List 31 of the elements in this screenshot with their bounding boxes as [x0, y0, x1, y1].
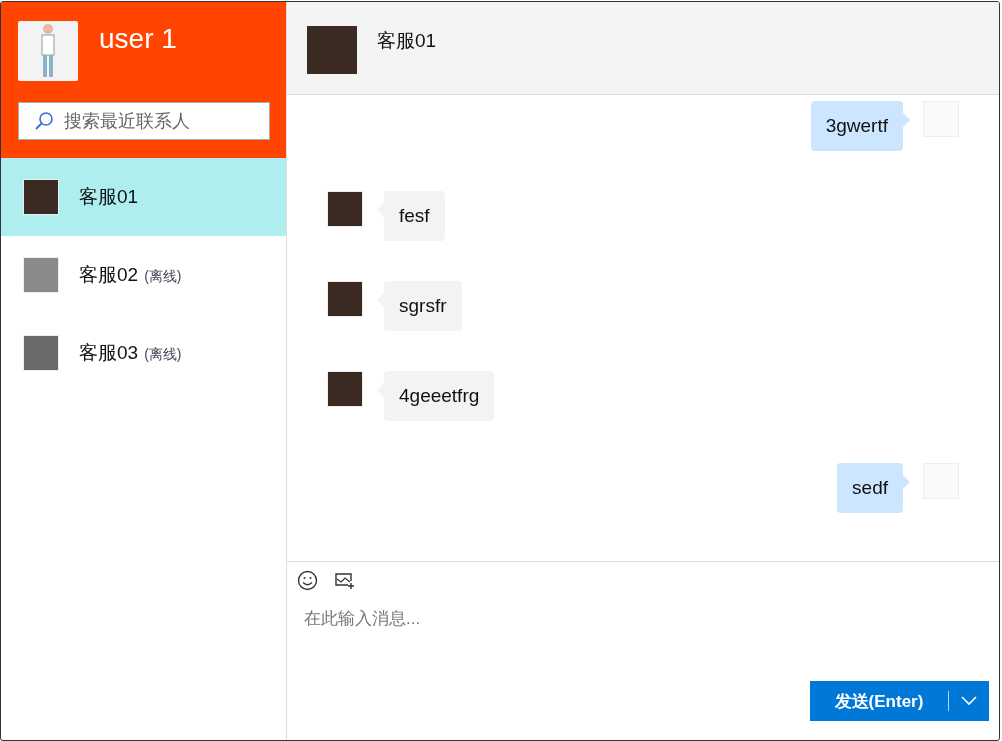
- send-button[interactable]: 发送(Enter): [810, 681, 989, 721]
- status-label: (离线): [144, 268, 182, 284]
- contact-name: 客服02: [79, 264, 139, 285]
- bubble-tail: [903, 475, 910, 489]
- contact-avatar: [327, 371, 363, 407]
- image-icon[interactable]: [334, 570, 355, 591]
- contact-item[interactable]: 客服01: [1, 158, 286, 236]
- contact-avatar: [23, 179, 59, 215]
- contact-avatar: [23, 335, 59, 371]
- contact-name: 客服03: [79, 342, 139, 363]
- contact-name: 客服01: [79, 186, 139, 207]
- emoji-icon[interactable]: [297, 570, 318, 591]
- caret-icon[interactable]: [961, 696, 977, 706]
- chat-title: 客服01: [377, 29, 437, 53]
- contact-item[interactable]: 客服03 (离线): [1, 314, 286, 392]
- message-bubble: 3gwertf: [810, 101, 903, 151]
- search-icon: [34, 111, 54, 131]
- contact-avatar: [23, 257, 59, 293]
- contact-avatar: [307, 26, 357, 74]
- message-bubble: sedf: [837, 463, 903, 513]
- bubble-tail: [903, 113, 910, 127]
- user-avatar: [18, 21, 78, 81]
- message-bubble: fesf: [384, 191, 445, 241]
- contact-avatar: [327, 281, 363, 317]
- contact-avatar: [327, 191, 363, 227]
- user-name: user 1: [99, 23, 177, 55]
- message-bubble: sgrsfr: [384, 281, 462, 331]
- search-field[interactable]: 搜索最近联系人: [18, 102, 270, 140]
- status-label: (离线): [144, 346, 182, 362]
- message-bubble: 4geeetfrg: [384, 371, 495, 421]
- contact-item[interactable]: 客服02 (离线): [1, 236, 286, 314]
